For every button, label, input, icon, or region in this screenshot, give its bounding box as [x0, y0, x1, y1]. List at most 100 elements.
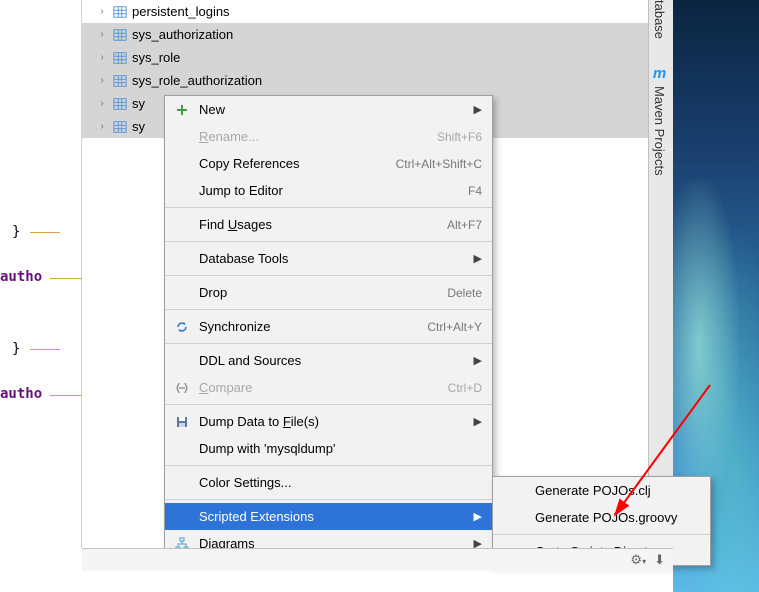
menu-item-copy-references[interactable]: Copy References Ctrl+Alt+Shift+C	[165, 150, 492, 177]
sync-icon	[173, 318, 191, 336]
bottom-toolbar: ⚙▾ ⬇	[82, 548, 673, 571]
code-bracket: }	[12, 224, 20, 240]
tab-label: tabase	[652, 0, 667, 39]
menu-separator	[165, 309, 492, 310]
menu-item-jump-to-editor[interactable]: Jump to EditorF4	[165, 177, 492, 204]
menu-shortcut: Alt+F7	[447, 218, 482, 232]
chevron-right-icon[interactable]: ›	[96, 121, 108, 132]
table-icon	[112, 96, 128, 112]
menu-label: Synchronize	[199, 319, 419, 334]
menu-label: Dump with 'mysqldump'	[199, 441, 482, 456]
gear-icon[interactable]: ⚙▾	[630, 552, 646, 568]
editor-mark	[50, 395, 82, 396]
right-tool-tabs: tabase m Maven Projects	[648, 0, 673, 548]
blank-icon	[173, 284, 191, 302]
menu-shortcut: Ctrl+Alt+Y	[427, 320, 482, 334]
blank-icon	[509, 509, 527, 527]
blank-icon	[173, 128, 191, 146]
menu-shortcut: Ctrl+Alt+Shift+C	[396, 157, 482, 171]
blank-icon	[173, 182, 191, 200]
blank-icon	[509, 482, 527, 500]
menu-item-compare: Compare Ctrl+D	[165, 374, 492, 401]
chevron-right-icon: ▶	[474, 103, 482, 116]
menu-item-scripted-extensions[interactable]: Scripted Extensions▶	[165, 503, 492, 530]
menu-item-synchronize[interactable]: Synchronize Ctrl+Alt+Y	[165, 313, 492, 340]
code-keyword: autho	[0, 269, 42, 285]
menu-label: Compare	[199, 380, 440, 395]
menu-separator	[165, 275, 492, 276]
blank-icon	[173, 250, 191, 268]
save-icon	[173, 413, 191, 431]
blank-icon	[173, 155, 191, 173]
chevron-right-icon[interactable]: ›	[96, 75, 108, 86]
menu-shortcut: Shift+F6	[437, 130, 482, 144]
menu-label: DDL and Sources	[199, 353, 460, 368]
tree-row-sys-authorization[interactable]: › sys_authorization	[82, 23, 662, 46]
menu-label: Jump to Editor	[199, 183, 460, 198]
editor-gutter-panel: } autho } autho	[0, 0, 82, 548]
chevron-right-icon: ▶	[474, 354, 482, 367]
download-icon[interactable]: ⬇	[654, 552, 665, 568]
table-icon	[112, 50, 128, 66]
table-icon	[112, 4, 128, 20]
menu-label: New	[199, 102, 460, 117]
menu-separator	[165, 499, 492, 500]
menu-item-color-settings[interactable]: Color Settings...	[165, 469, 492, 496]
menu-label: Scripted Extensions	[199, 509, 460, 524]
menu-item-generate-pojos-groovy[interactable]: Generate POJOs.groovy	[493, 504, 710, 531]
tree-label: sy	[132, 96, 145, 111]
menu-label: Color Settings...	[199, 475, 482, 490]
tree-label: sy	[132, 119, 145, 134]
editor-mark	[50, 278, 82, 279]
menu-separator	[165, 465, 492, 466]
chevron-right-icon[interactable]: ›	[96, 52, 108, 63]
tree-row-persistent-logins[interactable]: › persistent_logins	[82, 0, 662, 23]
menu-item-database-tools[interactable]: Database Tools ▶	[165, 245, 492, 272]
menu-item-drop[interactable]: Drop Delete	[165, 279, 492, 306]
blank-icon	[173, 440, 191, 458]
menu-shortcut: Delete	[447, 286, 482, 300]
tree-row-sys-role-authorization[interactable]: › sys_role_authorization	[82, 69, 662, 92]
menu-separator	[165, 404, 492, 405]
blank-icon	[173, 352, 191, 370]
menu-item-ddl-and-sources[interactable]: DDL and Sources ▶	[165, 347, 492, 374]
chevron-right-icon[interactable]: ›	[96, 6, 108, 17]
menu-item-dump-with-mysqldump[interactable]: Dump with 'mysqldump'	[165, 435, 492, 462]
menu-item-generate-pojos-clj[interactable]: Generate POJOs.clj	[493, 477, 710, 504]
menu-item-rename: Rename...Shift+F6	[165, 123, 492, 150]
tab-maven-projects[interactable]: m Maven Projects	[652, 65, 667, 176]
menu-label: Generate POJOs.clj	[535, 483, 700, 498]
tree-label: sys_role_authorization	[132, 73, 262, 88]
code-keyword: autho	[0, 386, 42, 402]
menu-item-dump-data-to-file-s[interactable]: Dump Data to File(s) ▶	[165, 408, 492, 435]
code-bracket: }	[12, 341, 20, 357]
menu-label: Copy References	[199, 156, 388, 171]
blank-icon	[173, 508, 191, 526]
menu-separator	[165, 241, 492, 242]
menu-shortcut: Ctrl+D	[448, 381, 482, 395]
chevron-right-icon[interactable]: ›	[96, 98, 108, 109]
maven-icon: m	[653, 65, 666, 82]
chevron-right-icon[interactable]: ›	[96, 29, 108, 40]
plus-icon	[173, 101, 191, 119]
menu-label: Database Tools	[199, 251, 460, 266]
table-icon	[112, 119, 128, 135]
menu-label: Drop	[199, 285, 439, 300]
tree-label: sys_role	[132, 50, 180, 65]
tab-label: Maven Projects	[652, 86, 667, 176]
compare-icon	[173, 379, 191, 397]
tab-database[interactable]: tabase	[652, 0, 667, 39]
menu-separator	[165, 207, 492, 208]
context-menu[interactable]: New ▶ Rename...Shift+F6 Copy References Ctrl…	[164, 95, 493, 558]
menu-item-find-usages[interactable]: Find Usages Alt+F7	[165, 211, 492, 238]
menu-separator	[165, 343, 492, 344]
chevron-right-icon: ▶	[474, 415, 482, 428]
editor-mark	[30, 232, 60, 233]
menu-label: Dump Data to File(s)	[199, 414, 460, 429]
menu-label: Generate POJOs.groovy	[535, 510, 700, 525]
table-icon	[112, 27, 128, 43]
menu-item-new[interactable]: New ▶	[165, 96, 492, 123]
tree-row-sys-role[interactable]: › sys_role	[82, 46, 662, 69]
menu-label: Find Usages	[199, 217, 439, 232]
chevron-right-icon: ▶	[474, 252, 482, 265]
